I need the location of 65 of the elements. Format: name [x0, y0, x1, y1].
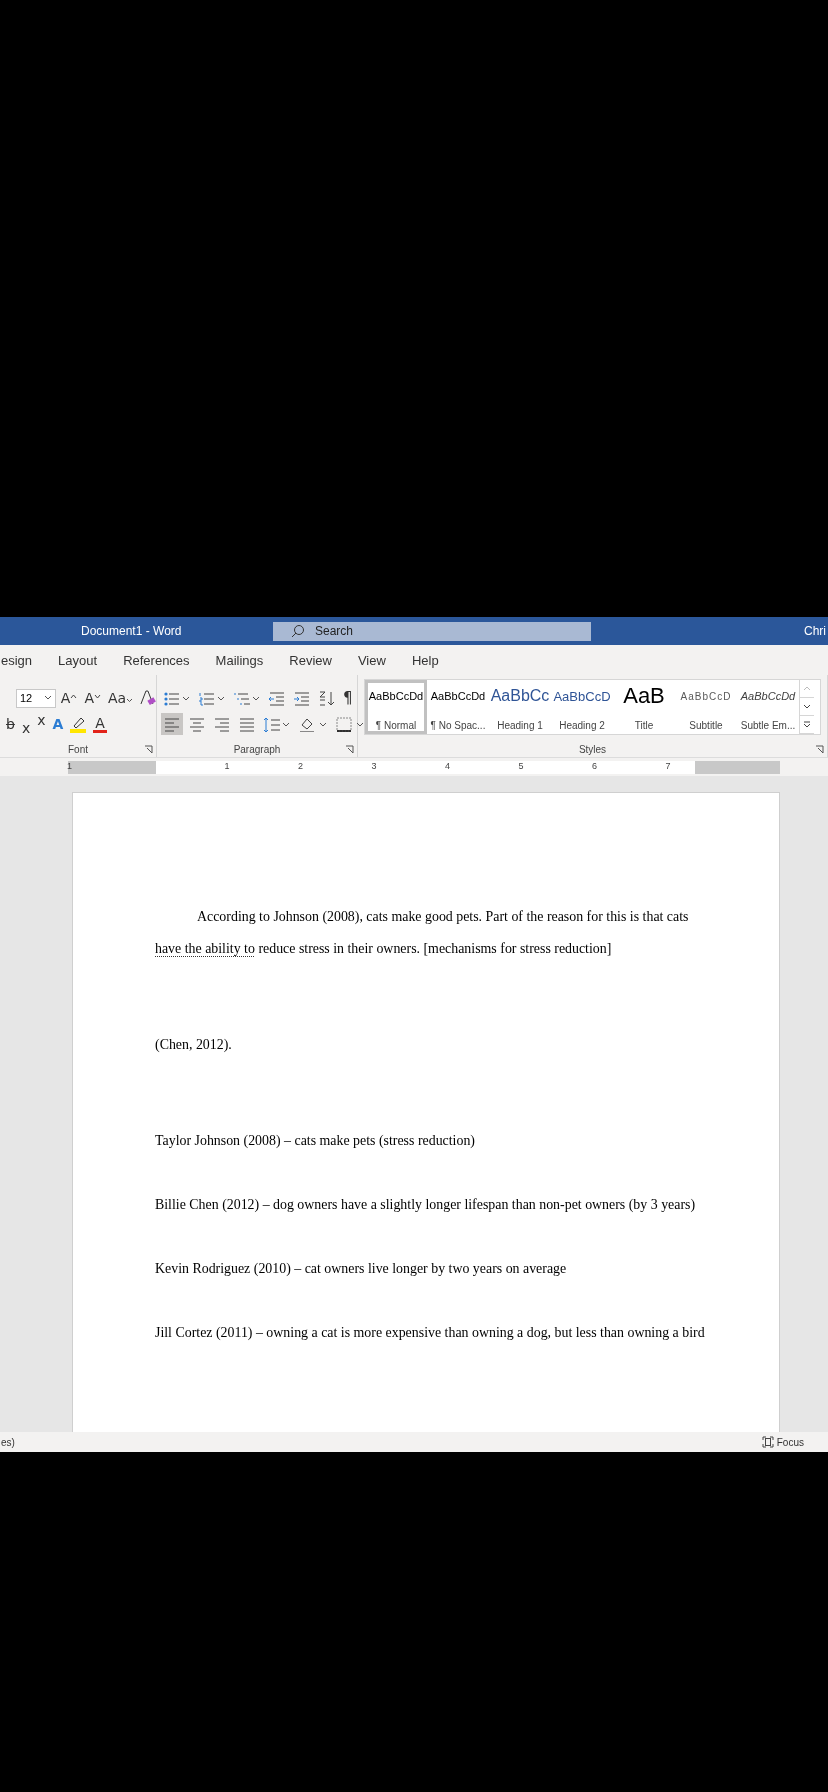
status-text: es): [1, 1436, 15, 1448]
focus-button[interactable]: Focus: [755, 1435, 810, 1449]
style-preview: AaBbCcD: [680, 689, 732, 704]
search-icon: [291, 624, 305, 638]
paragraph: Taylor Johnson (2008) – cats make pets (stress reduction): [155, 1132, 476, 1150]
dialog-launcher-icon[interactable]: [345, 745, 354, 754]
style-preview: AaBbCc: [490, 686, 550, 706]
focus-icon: [761, 1436, 774, 1448]
style-name: Subtitle: [689, 720, 723, 731]
ruler-number: 5: [518, 760, 524, 771]
clear-formatting-icon[interactable]: [138, 689, 156, 707]
style-name: Heading 2: [559, 720, 605, 731]
paragraph: Billie Chen (2012) – dog owners have a slightly longer lifespan than non-pet owners (by 3 years): [155, 1196, 697, 1214]
style-name: Heading 1: [497, 720, 543, 731]
style-option[interactable]: AaBbCcDd ¶ Normal: [365, 680, 427, 734]
ribbon-tab[interactable]: Review: [289, 652, 332, 668]
font-case-button[interactable]: Aa: [105, 687, 136, 709]
paragraph: Jill Cortez (2011) – owning a cat is more expensive than owning a dog, but less than owning a bird: [155, 1324, 705, 1342]
search-field[interactable]: Search: [273, 621, 591, 641]
font-color-button[interactable]: A: [93, 715, 107, 733]
ribbon-tab[interactable]: esign: [1, 652, 33, 668]
user-name[interactable]: Chri: [804, 624, 826, 638]
dialog-launcher-icon[interactable]: [815, 745, 824, 754]
ribbon-tab[interactable]: Help: [411, 652, 439, 668]
ruler-number: 6: [592, 760, 597, 771]
group-label: Styles: [578, 744, 607, 757]
ruler-number: 4: [445, 760, 450, 771]
style-preview: AaBbCcDd: [368, 689, 424, 704]
ribbon-tab[interactable]: References: [123, 652, 190, 668]
text-effects-button[interactable]: A: [50, 713, 66, 735]
style-name: ¶ No Spac...: [430, 720, 486, 731]
ribbon-tab[interactable]: Mailings: [215, 652, 264, 668]
ruler-number: 1: [67, 760, 72, 771]
paragraph: According to Johnson (2008), cats make good pets. Part of the reason for this is that cats have the ability to reduce stress in their owners. [mechanisms for stress reduction]: [155, 908, 690, 958]
ruler-number: 1: [224, 760, 230, 771]
dialog-launcher-icon[interactable]: [144, 745, 153, 754]
scroll-down-icon[interactable]: [803, 703, 811, 710]
style-name: ¶ Normal: [375, 720, 417, 731]
style-preview: AaB: [623, 684, 665, 708]
ruler-number: 3: [371, 760, 377, 771]
group-label: Font: [68, 744, 88, 757]
ruler-number: 7: [665, 760, 671, 771]
font-size-field[interactable]: 12: [16, 688, 56, 708]
show-formatting-marks-button[interactable]: ¶: [341, 689, 355, 707]
style-name: Subtle Em...: [740, 720, 796, 731]
superscript-button[interactable]: x: [35, 713, 48, 735]
search-placeholder: Search: [315, 624, 354, 638]
group-label: Paragraph: [233, 744, 281, 757]
style-preview: AaBbCcDd: [740, 689, 796, 704]
more-styles-icon[interactable]: [803, 721, 811, 728]
paragraph: Kevin Rodriguez (2010) – cat owners live longer by two years on average: [155, 1260, 568, 1278]
align-left-button[interactable]: [161, 713, 183, 735]
ribbon-tab[interactable]: Layout: [58, 652, 98, 668]
ribbon-tab[interactable]: View: [357, 652, 386, 668]
strikethrough-button[interactable]: b: [4, 713, 17, 735]
ruler-number: 2: [298, 760, 303, 771]
subscript-button[interactable]: x: [19, 713, 33, 735]
window-title: Document1 - Word: [81, 624, 183, 638]
font-shrink-button[interactable]: A: [82, 687, 103, 709]
style-preview: AaBbCcD: [553, 687, 611, 706]
font-grow-button[interactable]: A: [58, 687, 80, 709]
dropdown-caret-icon: [43, 695, 52, 701]
style-name: Title: [634, 720, 654, 731]
paragraph: (Chen, 2012).: [155, 1036, 233, 1054]
style-preview: AaBbCcDd: [430, 689, 486, 704]
